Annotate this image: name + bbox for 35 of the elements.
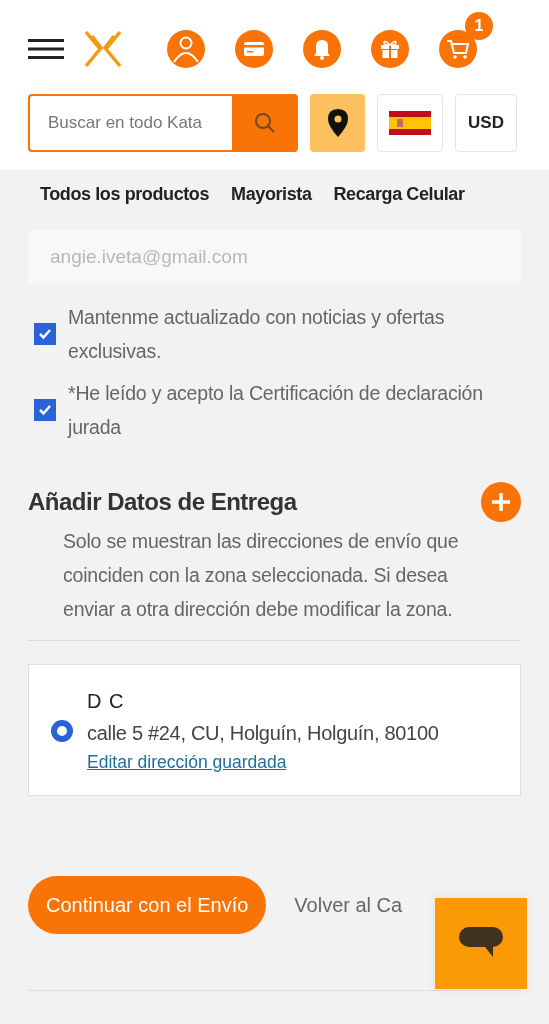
gift-icon[interactable] bbox=[370, 29, 410, 69]
search-field[interactable]: Buscar en todo Kata bbox=[28, 94, 232, 152]
info-text: Solo se muestran las direcciones de envío que coinciden con la zona seleccionada. Si desea enviar a otra dirección debe modificar la zona. bbox=[63, 529, 460, 622]
section-title: Añadir Datos de Entrega bbox=[28, 488, 297, 516]
search-button[interactable] bbox=[232, 94, 298, 152]
language-button[interactable] bbox=[377, 94, 443, 152]
search-icon bbox=[253, 111, 277, 135]
checkbox-label: Mantenme actualizado con noticias y ofertas exclusivas. bbox=[68, 305, 446, 364]
checkmark-icon bbox=[38, 328, 52, 340]
checkbox[interactable] bbox=[34, 323, 56, 345]
edit-address-link[interactable]: Editar dirección guardada bbox=[87, 750, 287, 774]
cart-icon[interactable] bbox=[438, 29, 478, 69]
location-pin-icon bbox=[327, 109, 348, 137]
nav-link[interactable]: Todos los productos bbox=[40, 184, 210, 216]
menu-icon[interactable] bbox=[28, 38, 64, 60]
recipient-name: D C bbox=[87, 689, 126, 714]
nav-link[interactable]: Recarga Celular bbox=[333, 184, 465, 216]
user-icon[interactable] bbox=[166, 29, 206, 69]
spain-flag-icon bbox=[389, 111, 431, 135]
currency-button[interactable]: USD bbox=[455, 94, 517, 152]
logo-icon[interactable] bbox=[84, 30, 122, 68]
address-text: calle 5 #24, CU, Holguín, Holguín, 80100 bbox=[87, 721, 439, 746]
nav-link[interactable]: Mayorista bbox=[231, 184, 312, 216]
back-link[interactable]: Volver al Ca bbox=[294, 893, 403, 917]
address-card[interactable]: D C calle 5 #24, CU, Holguín, Holguín, 80100 Editar dirección guardada bbox=[28, 664, 521, 796]
location-button[interactable] bbox=[310, 94, 365, 152]
chat-button[interactable] bbox=[435, 898, 527, 989]
checkmark-icon bbox=[38, 404, 52, 416]
checkbox[interactable] bbox=[34, 399, 56, 421]
add-icon[interactable] bbox=[481, 482, 521, 522]
credit-card-icon[interactable] bbox=[234, 29, 274, 69]
bell-icon[interactable] bbox=[302, 29, 342, 69]
cart-count-badge: 1 bbox=[465, 12, 493, 40]
checkbox-label: *He leído y acepto la Certificación de declaración jurada bbox=[68, 381, 484, 440]
radio-button[interactable] bbox=[51, 720, 73, 742]
